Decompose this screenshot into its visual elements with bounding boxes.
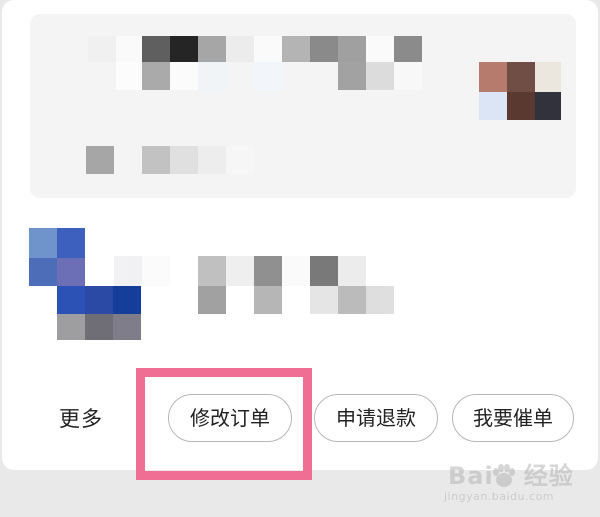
product-thumbnail[interactable] xyxy=(479,62,561,120)
order-card: 更多 修改订单 申请退款 我要催单 xyxy=(2,0,598,470)
request-refund-button[interactable]: 申请退款 xyxy=(314,394,438,442)
more-actions-link[interactable]: 更多 xyxy=(59,404,107,434)
urge-order-button[interactable]: 我要催单 xyxy=(452,394,574,442)
shop-name-blurred xyxy=(114,256,394,314)
modify-order-button[interactable]: 修改订单 xyxy=(168,394,292,442)
watermark-url: jingyan.baidu.com xyxy=(444,490,555,503)
